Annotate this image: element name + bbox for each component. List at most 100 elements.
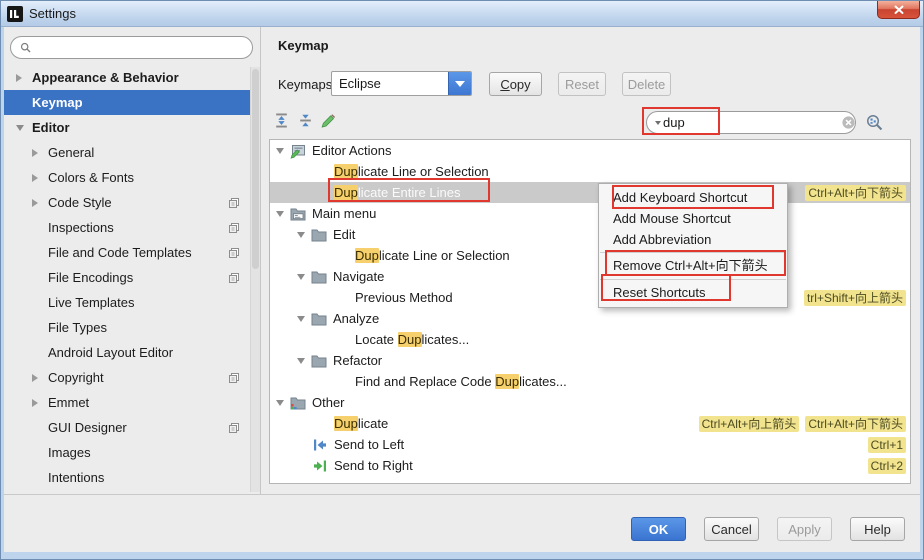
settings-window: Settings Appearance & Behavior Keymap Edit… [0, 0, 924, 560]
tree-row-label: Find and Replace Code Duplicates... [355, 374, 567, 389]
cancel-button[interactable]: Cancel [704, 517, 759, 541]
sidebar-item-emmet[interactable]: Emmet [4, 390, 249, 415]
expand-arrow-icon[interactable] [32, 398, 48, 407]
sidebar-item-code-style[interactable]: Code Style [4, 190, 249, 215]
page-title: Keymap [278, 38, 329, 53]
menu-item-add-mouse-shortcut[interactable]: Add Mouse Shortcut [599, 208, 787, 229]
clear-search-icon[interactable] [841, 115, 856, 130]
sidebar-item-file-and-code-templates[interactable]: File and Code Templates [4, 240, 249, 265]
delete-button[interactable]: Delete [622, 72, 671, 96]
sidebar-item-colors-fonts[interactable]: Colors & Fonts [4, 165, 249, 190]
sidebar-item-file-encodings[interactable]: File Encodings [4, 265, 249, 290]
collapse-all-icon[interactable] [297, 112, 314, 129]
close-button[interactable] [877, 1, 920, 19]
sidebar-item-file-types[interactable]: File Types [4, 315, 249, 340]
tree-row-label: Analyze [333, 311, 380, 326]
tree-row-find-and-replace-code-duplicates[interactable]: Find and Replace Code Duplicates... [270, 371, 910, 392]
sidebar-item-editor[interactable]: Editor [4, 115, 249, 140]
sidebar-item-label: Colors & Fonts [48, 170, 134, 185]
menu-item-remove-ctrl-alt[interactable]: Remove Ctrl+Alt+向下箭头 [599, 255, 787, 277]
sidebar-item-images[interactable]: Images [4, 440, 249, 465]
copy-icon [227, 246, 241, 260]
tree-row-other[interactable]: Other [270, 392, 910, 413]
tree-row-send-to-left[interactable]: Send to Left Ctrl+1 [270, 434, 910, 455]
sidebar-scrollbar[interactable] [250, 67, 260, 492]
tree-row-previous-method[interactable]: Previous Method trl+Shift+向上箭头 [270, 287, 910, 308]
sidebar-item-general[interactable]: General [4, 140, 249, 165]
sidebar-item-intentions[interactable]: Intentions [4, 465, 249, 490]
tree-row-duplicate[interactable]: Duplicate Ctrl+Alt+向上箭头 Ctrl+Alt+向下箭头 [270, 413, 910, 434]
titlebar: Settings [1, 1, 923, 27]
tree-row-duplicate-line-or-selection[interactable]: Duplicate Line or Selection [270, 245, 910, 266]
keymap-select[interactable]: Eclipse [331, 71, 472, 96]
expand-all-icon[interactable] [273, 112, 290, 129]
tree-row-label: Locate Duplicates... [355, 332, 470, 347]
sidebar-item-inspections[interactable]: Inspections [4, 215, 249, 240]
find-by-shortcut-icon[interactable] [865, 113, 884, 132]
help-button[interactable]: Help [850, 517, 905, 541]
expand-arrow-icon[interactable] [16, 124, 32, 131]
copy-button[interactable]: Copy [489, 72, 542, 96]
folder-icon [311, 269, 327, 285]
tree-row-duplicate-line-or-selection[interactable]: Duplicate Line or Selection [270, 161, 910, 182]
search-options-arrow-icon[interactable] [655, 121, 661, 128]
reset-button[interactable]: Reset [558, 72, 606, 96]
apply-button[interactable]: Apply [777, 517, 832, 541]
sidebar-item-list: Appearance & Behavior Keymap Editor General… [4, 65, 260, 490]
expand-arrow-icon[interactable] [16, 73, 32, 82]
context-menu: Add Keyboard Shortcut Add Mouse Shortcut A… [598, 183, 788, 308]
tree-row-duplicate-entire-lines[interactable]: Duplicate Entire Lines Ctrl+Alt+向下箭头 [270, 182, 910, 203]
sidebar-item-label: GUI Designer [48, 420, 127, 435]
shortcut-search-box[interactable] [646, 111, 856, 134]
copy-icon [227, 421, 241, 435]
tree-expand-arrow-icon[interactable] [297, 231, 311, 238]
expand-arrow-icon[interactable] [32, 148, 48, 157]
intellij-logo-icon [7, 5, 23, 22]
sidebar-item-gui-designer[interactable]: GUI Designer [4, 415, 249, 440]
tree-row-label: Edit [333, 227, 356, 242]
tree-expand-arrow-icon[interactable] [276, 147, 290, 154]
tree-row-label: Editor Actions [312, 143, 392, 158]
settings-sidebar: Appearance & Behavior Keymap Editor General… [4, 27, 260, 496]
tree-row-send-to-right[interactable]: Send to Right Ctrl+2 [270, 455, 910, 476]
tree-expand-arrow-icon[interactable] [276, 210, 290, 217]
expand-arrow-icon[interactable] [32, 373, 48, 382]
shortcut-badge: trl+Shift+向上箭头 [803, 289, 906, 306]
expand-arrow-icon[interactable] [32, 173, 48, 182]
edit-pencil-icon[interactable] [320, 112, 337, 129]
sidebar-search-box[interactable] [10, 36, 253, 59]
sidebar-item-label: Appearance & Behavior [32, 70, 179, 85]
chevron-down-icon[interactable] [448, 72, 471, 95]
tree-expand-arrow-icon[interactable] [276, 399, 290, 406]
sidebar-item-label: Code Style [48, 195, 112, 210]
tree-row-analyze[interactable]: Analyze [270, 308, 910, 329]
tree-row-refactor[interactable]: Refactor [270, 350, 910, 371]
expand-arrow-icon[interactable] [32, 198, 48, 207]
sidebar-item-label: File Encodings [48, 270, 134, 285]
tree-expand-arrow-icon[interactable] [297, 357, 311, 364]
tree-row-edit[interactable]: Edit [270, 224, 910, 245]
shortcut-search-input[interactable] [663, 115, 839, 130]
tree-row-navigate[interactable]: Navigate [270, 266, 910, 287]
tree-expand-arrow-icon[interactable] [297, 315, 311, 322]
menu-item-add-abbreviation[interactable]: Add Abbreviation [599, 229, 787, 250]
tree-row-locate-duplicates[interactable]: Locate Duplicates... [270, 329, 910, 350]
sidebar-item-live-templates[interactable]: Live Templates [4, 290, 249, 315]
sidebar-item-copyright[interactable]: Copyright [4, 365, 249, 390]
tree-row-label: Other [312, 395, 345, 410]
tree-expand-arrow-icon[interactable] [297, 273, 311, 280]
sidebar-item-label: Inspections [48, 220, 114, 235]
sidebar-search-input[interactable] [37, 40, 244, 55]
other-folder-icon [290, 395, 306, 411]
sidebar-item-appearance-behavior[interactable]: Appearance & Behavior [4, 65, 249, 90]
sidebar-item-keymap[interactable]: Keymap [4, 90, 260, 115]
ok-button[interactable]: OK [631, 517, 686, 541]
sidebar-item-label: Live Templates [48, 295, 135, 310]
tree-row-main-menu[interactable]: Main menu [270, 203, 910, 224]
sidebar-item-android-layout-editor[interactable]: Android Layout Editor [4, 340, 249, 365]
keymap-panel: Keymap Keymaps: Eclipse Copy Reset Delet… [261, 27, 920, 496]
menu-item-add-keyboard-shortcut[interactable]: Add Keyboard Shortcut [599, 187, 787, 208]
tree-row-editor-actions[interactable]: Editor Actions [270, 140, 910, 161]
keymaps-label: Keymaps: [278, 77, 336, 92]
menu-item-reset-shortcuts[interactable]: Reset Shortcuts [599, 282, 787, 304]
